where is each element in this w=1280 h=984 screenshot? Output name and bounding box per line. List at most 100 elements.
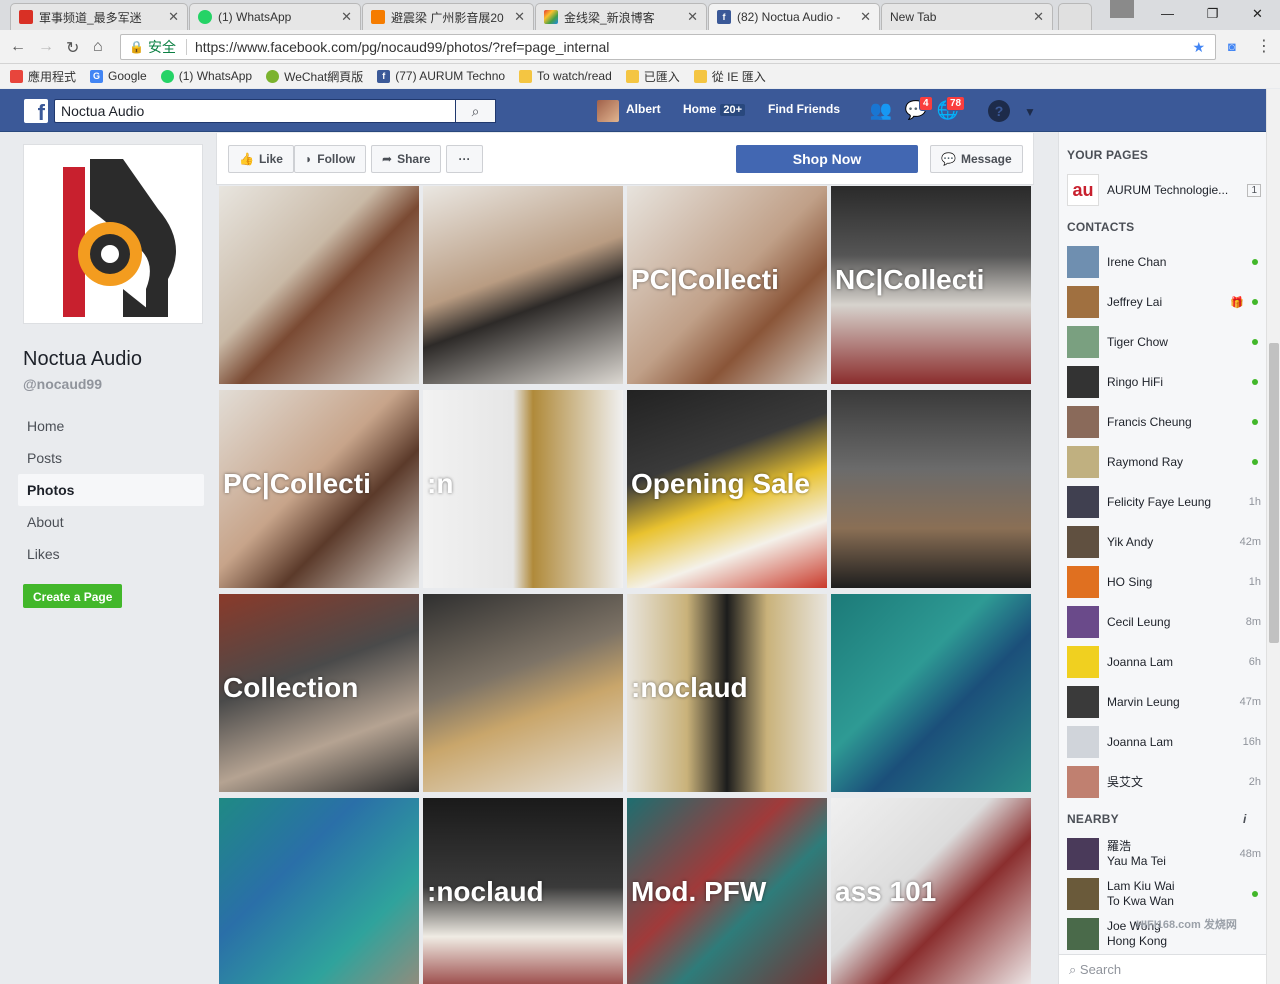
- browser-tab-3[interactable]: 避震梁 广州影音展20 ✕: [362, 3, 534, 30]
- create-page-button[interactable]: Create a Page: [23, 584, 123, 608]
- contact-name-block: Tiger Chow: [1107, 335, 1232, 350]
- browser-tab-4[interactable]: 金线梁_新浪博客 ✕: [535, 3, 707, 30]
- nearby-item[interactable]: 羅浩 Yau Ma Tei 48m: [1067, 836, 1261, 872]
- bookmark-wechat[interactable]: WeChat網頁版: [266, 68, 363, 85]
- find-friends-link[interactable]: Find Friends: [768, 102, 840, 116]
- menu-icon[interactable]: ⋮: [1256, 36, 1272, 56]
- bookmark-folder-watch[interactable]: To watch/read: [519, 69, 612, 83]
- page-handle[interactable]: @nocaud99: [23, 376, 204, 392]
- help-icon[interactable]: ?: [988, 100, 1010, 122]
- browser-tab-1[interactable]: 軍事频道_最多军迷 ✕: [10, 3, 188, 30]
- photo-thumbnail[interactable]: [423, 594, 623, 792]
- bookmark-folder-ie[interactable]: 從 IE 匯入: [693, 68, 766, 85]
- contact-item[interactable]: Raymond Ray: [1067, 444, 1261, 480]
- contact-item[interactable]: Jeffrey Lai 🎁: [1067, 284, 1261, 320]
- page-profile-picture[interactable]: [23, 144, 203, 324]
- contact-item[interactable]: Irene Chan: [1067, 244, 1261, 280]
- photo-thumbnail[interactable]: NC|Collecti: [831, 186, 1031, 384]
- page-nav-posts[interactable]: Posts: [18, 442, 204, 474]
- contact-name: Tiger Chow: [1107, 334, 1168, 349]
- bookmark-folder-imported[interactable]: 已匯入: [625, 68, 680, 85]
- contact-item[interactable]: Marvin Leung 47m: [1067, 684, 1261, 720]
- message-button[interactable]: 💬 Message: [930, 145, 1023, 173]
- address-bar[interactable]: 🔒 安全 https://www.facebook.com/pg/nocaud9…: [120, 34, 1216, 60]
- extension-icon[interactable]: ◙: [1228, 39, 1236, 54]
- minimize-icon[interactable]: —: [1145, 0, 1190, 28]
- photo-thumbnail[interactable]: [219, 798, 419, 984]
- photo-thumbnail[interactable]: ass 101: [831, 798, 1031, 984]
- profile-link[interactable]: Albert: [626, 102, 661, 116]
- share-button[interactable]: ➦ Share: [371, 145, 442, 173]
- contact-item[interactable]: Yik Andy 42m: [1067, 524, 1261, 560]
- like-button[interactable]: 👍 Like: [228, 145, 294, 173]
- page-nav-likes[interactable]: Likes: [18, 538, 204, 570]
- search-input[interactable]: [54, 99, 496, 123]
- profile-icon[interactable]: [1110, 0, 1134, 18]
- new-tab-button[interactable]: [1058, 3, 1092, 30]
- close-window-icon[interactable]: ✕: [1235, 0, 1280, 28]
- contact-item[interactable]: Tiger Chow: [1067, 324, 1261, 360]
- browser-tab-6[interactable]: New Tab ✕: [881, 3, 1053, 30]
- page-nav-photos[interactable]: Photos: [18, 474, 204, 506]
- bookmark-star-icon[interactable]: ★: [1192, 39, 1205, 56]
- home-link[interactable]: Home 20+: [683, 102, 746, 116]
- photo-thumbnail[interactable]: Opening Sale: [627, 390, 827, 588]
- avatar: [1067, 878, 1099, 910]
- browser-tab-2[interactable]: (1) WhatsApp ✕: [189, 3, 361, 30]
- bookmark-whatsapp[interactable]: (1) WhatsApp: [160, 69, 252, 83]
- contact-item[interactable]: HO Sing 1h: [1067, 564, 1261, 600]
- photo-thumbnail[interactable]: [219, 186, 419, 384]
- photo-thumbnail[interactable]: :noclaud: [423, 798, 623, 984]
- photo-thumbnail[interactable]: :noclaud: [627, 594, 827, 792]
- photo-thumbnail[interactable]: Collection: [219, 594, 419, 792]
- follow-button[interactable]: ◗ Follow: [294, 145, 367, 173]
- contact-item[interactable]: Joanna Lam 16h: [1067, 724, 1261, 760]
- photo-thumbnail[interactable]: PC|Collecti: [219, 390, 419, 588]
- contact-item[interactable]: Joanna Lam 6h: [1067, 644, 1261, 680]
- facebook-logo-icon[interactable]: f: [24, 99, 48, 123]
- info-icon[interactable]: i: [1243, 812, 1246, 826]
- close-icon[interactable]: ✕: [341, 9, 352, 25]
- close-icon[interactable]: ✕: [1033, 9, 1044, 25]
- gift-icon[interactable]: 🎁: [1230, 296, 1244, 309]
- scrollbar-thumb[interactable]: [1269, 343, 1279, 643]
- browser-tab-5-active[interactable]: f (82) Noctua Audio - ✕: [708, 3, 880, 30]
- contact-item[interactable]: Ringo HiFi: [1067, 364, 1261, 400]
- contact-item[interactable]: 吳艾文 2h: [1067, 764, 1261, 800]
- forward-icon[interactable]: →: [38, 38, 54, 56]
- close-icon[interactable]: ✕: [687, 9, 698, 25]
- photo-thumbnail[interactable]: [423, 186, 623, 384]
- photo-thumbnail[interactable]: Mod. PFW: [627, 798, 827, 984]
- search-icon[interactable]: ⌕: [455, 99, 496, 123]
- contact-item[interactable]: Francis Cheung: [1067, 404, 1261, 440]
- your-page-item[interactable]: au AURUM Technologie... 1: [1067, 172, 1261, 208]
- photo-thumbnail[interactable]: :n: [423, 390, 623, 588]
- url-text[interactable]: https://www.facebook.com/pg/nocaud99/pho…: [195, 39, 609, 55]
- bookmark-apps[interactable]: 應用程式: [10, 68, 76, 85]
- more-options-button[interactable]: ···: [446, 145, 483, 173]
- back-icon[interactable]: ←: [10, 38, 26, 56]
- maximize-icon[interactable]: ❐: [1190, 0, 1235, 28]
- photo-thumbnail[interactable]: PC|Collecti: [627, 186, 827, 384]
- close-icon[interactable]: ✕: [168, 9, 179, 25]
- page-nav-home[interactable]: Home: [18, 410, 204, 442]
- page-scrollbar[interactable]: [1266, 89, 1280, 984]
- bookmark-google[interactable]: G Google: [90, 69, 147, 83]
- caret-down-icon[interactable]: ▼: [1024, 105, 1036, 119]
- friend-requests-icon[interactable]: 👥: [869, 100, 893, 122]
- chat-search-input[interactable]: ⌕ Search: [1059, 954, 1267, 984]
- reload-icon[interactable]: ↻: [66, 38, 79, 58]
- close-icon[interactable]: ✕: [514, 9, 525, 25]
- nearby-item[interactable]: Lam Kiu Wai To Kwa Wan: [1067, 876, 1261, 912]
- avatar[interactable]: [597, 100, 619, 122]
- close-icon[interactable]: ✕: [860, 9, 871, 25]
- last-active-time: 48m: [1239, 848, 1261, 860]
- contact-item[interactable]: Cecil Leung 8m: [1067, 604, 1261, 640]
- photo-thumbnail[interactable]: [831, 594, 1031, 792]
- home-icon[interactable]: ⌂: [93, 38, 103, 56]
- shop-now-button[interactable]: Shop Now: [736, 145, 918, 173]
- photo-thumbnail[interactable]: [831, 390, 1031, 588]
- contact-item[interactable]: Felicity Faye Leung 1h: [1067, 484, 1261, 520]
- bookmark-aurum[interactable]: f (77) AURUM Techno: [377, 69, 505, 83]
- page-nav-about[interactable]: About: [18, 506, 204, 538]
